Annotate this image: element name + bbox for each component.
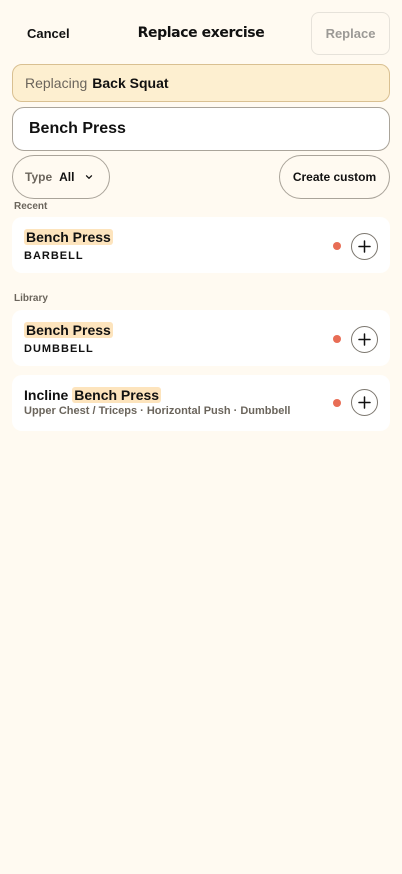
exercise-title-highlight: Bench Press [24, 322, 113, 338]
type-filter-value: All [59, 170, 75, 184]
replacing-prefix: Replacing [25, 75, 88, 91]
header: Cancel Replace exercise Replace [0, 0, 402, 64]
add-button[interactable] [351, 233, 378, 260]
exercise-card[interactable]: Incline Bench Press Upper Chest / Tricep… [12, 375, 390, 431]
exercise-card[interactable]: Bench Press BARBELL [12, 217, 390, 273]
type-filter-label: Type [25, 170, 53, 184]
exercise-title: Bench Press [24, 322, 113, 338]
exercise-equipment: DUMBBELL [24, 343, 94, 355]
replace-button[interactable]: Replace [311, 12, 390, 55]
exercise-title-highlight: Bench Press [72, 387, 162, 403]
replacing-exercise-name: Back Squat [92, 75, 169, 91]
exercise-title-highlight: Bench Press [24, 229, 113, 245]
status-dot [333, 335, 341, 343]
create-custom-button[interactable]: Create custom [279, 155, 390, 199]
add-button[interactable] [351, 389, 378, 416]
section-label-recent: Recent [14, 201, 48, 212]
exercise-card[interactable]: Bench Press DUMBBELL [12, 310, 390, 366]
plus-icon [358, 240, 371, 253]
plus-icon [358, 396, 371, 409]
status-dot [333, 242, 341, 250]
exercise-meta: Upper Chest / Triceps · Horizontal Push … [24, 405, 291, 417]
chevron-down-icon [86, 175, 93, 179]
plus-icon [358, 333, 371, 346]
add-button[interactable] [351, 326, 378, 353]
replacing-banner: Replacing Back Squat [12, 64, 390, 102]
exercise-title: Bench Press [24, 229, 113, 245]
exercise-equipment: BARBELL [24, 250, 84, 262]
exercise-title: Incline Bench Press [24, 387, 162, 403]
search-box[interactable] [12, 107, 390, 151]
section-label-library: Library [14, 293, 48, 304]
status-dot [333, 399, 341, 407]
type-filter-dropdown[interactable]: Type All [12, 155, 110, 199]
exercise-title-prefix: Incline [24, 387, 69, 403]
search-input[interactable] [29, 120, 369, 138]
